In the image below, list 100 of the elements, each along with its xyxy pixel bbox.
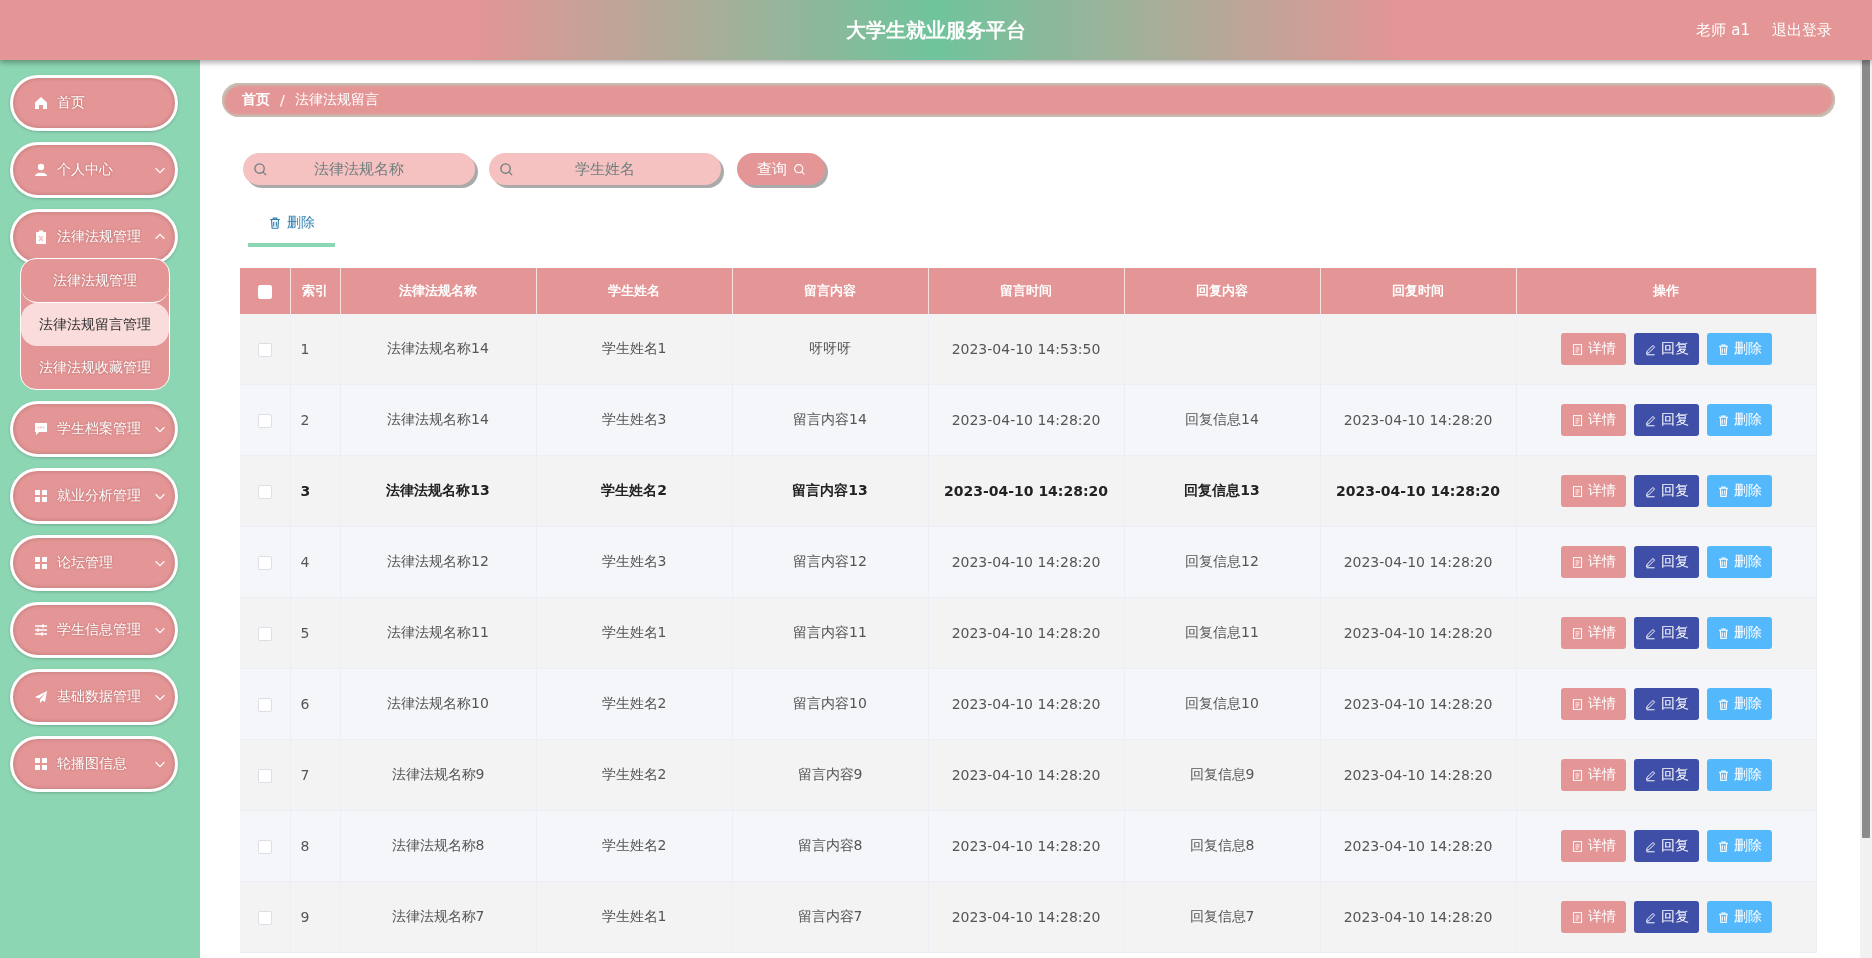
table-cell: 2023-04-10 14:28:20 <box>928 739 1124 811</box>
table-cell: 2023-04-10 14:28:20 <box>1320 881 1516 953</box>
breadcrumb-link[interactable]: 首页 <box>242 91 270 109</box>
table-cell: 9 <box>290 881 340 953</box>
table-row[interactable]: 6 法律法规名称10 学生姓名2 留言内容10 2023-04-10 14:28:20 回复信息10 2023-04-10 14:28:20 详情 回复 删除 <box>240 668 1816 740</box>
table-cell: 法律法规名称12 <box>340 526 536 598</box>
column-header: 留言时间 <box>928 268 1124 314</box>
reply-button[interactable]: 回复 <box>1633 688 1699 720</box>
sidebar-item[interactable]: 轮播图信息 <box>10 736 178 792</box>
details-button[interactable]: 详情 <box>1560 759 1626 791</box>
table-cell: 回复信息9 <box>1124 739 1320 811</box>
details-button[interactable]: 详情 <box>1560 404 1626 436</box>
sidebar-item[interactable]: 论坛管理 <box>10 535 178 591</box>
sidebar-item[interactable]: 学生档案管理 <box>10 401 178 457</box>
table-cell: 4 <box>290 526 340 598</box>
table-cell: 1 <box>290 314 340 385</box>
table-cell: 回复信息8 <box>1124 810 1320 882</box>
table-cell: 2023-04-10 14:28:20 <box>1320 455 1516 527</box>
details-button[interactable]: 详情 <box>1560 617 1626 649</box>
table-row[interactable]: 1 法律法规名称14 学生姓名1 呀呀呀 2023-04-10 14:53:50 详情 回复 删除 <box>240 314 1816 385</box>
sidebar-item[interactable]: 就业分析管理 <box>10 468 178 524</box>
table-row[interactable]: 2 法律法规名称14 学生姓名3 留言内容14 2023-04-10 14:28:20 回复信息14 2023-04-10 14:28:20 详情 回复 删除 <box>240 384 1816 456</box>
table-cell: 留言内容11 <box>732 597 928 669</box>
search-button[interactable]: 查询 <box>737 153 825 185</box>
reply-button[interactable]: 回复 <box>1633 830 1699 862</box>
delete-button[interactable]: 删除 <box>1706 475 1772 507</box>
delete-button[interactable]: 删除 <box>1706 901 1772 933</box>
table-cell: 回复信息14 <box>1124 384 1320 456</box>
table-cell: 法律法规名称11 <box>340 597 536 669</box>
reply-button[interactable]: 回复 <box>1633 404 1699 436</box>
reply-button[interactable]: 回复 <box>1633 901 1699 933</box>
table-cell: 2 <box>290 384 340 456</box>
delete-button[interactable]: 删除 <box>1706 333 1772 365</box>
delete-button[interactable]: 删除 <box>1706 404 1772 436</box>
table-cell: 呀呀呀 <box>732 314 928 385</box>
table-cell: 学生姓名1 <box>536 597 732 669</box>
column-header: 回复时间 <box>1320 268 1516 314</box>
table-cell: 留言内容10 <box>732 668 928 740</box>
table-cell: 留言内容14 <box>732 384 928 456</box>
submenu-item[interactable]: 法律法规收藏管理 <box>21 346 169 389</box>
reply-button[interactable]: 回复 <box>1633 617 1699 649</box>
table-row[interactable]: 3 法律法规名称13 学生姓名2 留言内容13 2023-04-10 14:28:20 回复信息13 2023-04-10 14:28:20 详情 回复 删除 <box>240 455 1816 527</box>
details-button[interactable]: 详情 <box>1560 901 1626 933</box>
logout-link[interactable]: 退出登录 <box>1772 20 1832 40</box>
table-cell: 学生姓名2 <box>536 810 732 882</box>
reply-button[interactable]: 回复 <box>1633 759 1699 791</box>
delete-button[interactable]: 删除 <box>1706 830 1772 862</box>
submenu-item[interactable]: 法律法规留言管理 <box>21 303 169 346</box>
table-cell: 6 <box>290 668 340 740</box>
details-button[interactable]: 详情 <box>1560 333 1626 365</box>
details-button[interactable]: 详情 <box>1560 546 1626 578</box>
table-row[interactable]: 8 法律法规名称8 学生姓名2 留言内容8 2023-04-10 14:28:20 回复信息8 2023-04-10 14:28:20 详情 回复 删除 <box>240 810 1816 882</box>
table-cell: 学生姓名2 <box>536 739 732 811</box>
table-cell: 法律法规名称14 <box>340 384 536 456</box>
sidebar-item[interactable]: 首页 <box>10 75 178 131</box>
column-header: 回复内容 <box>1124 268 1320 314</box>
table-cell: 2023-04-10 14:28:20 <box>1320 810 1516 882</box>
table-row[interactable]: 9 法律法规名称7 学生姓名1 留言内容7 2023-04-10 14:28:20 回复信息7 2023-04-10 14:28:20 详情 回复 删除 <box>240 881 1816 953</box>
user-name: 老师 a1 <box>1696 20 1750 40</box>
table-row[interactable]: 7 法律法规名称9 学生姓名2 留言内容9 2023-04-10 14:28:20 回复信息9 2023-04-10 14:28:20 详情 回复 删除 <box>240 739 1816 811</box>
delete-button[interactable]: 删除 <box>1706 546 1772 578</box>
delete-button[interactable]: 删除 <box>248 211 335 247</box>
table-cell: 留言内容9 <box>732 739 928 811</box>
table-cell: 法律法规名称9 <box>340 739 536 811</box>
app-title: 大学生就业服务平台 <box>846 16 1026 44</box>
table-cell: 2023-04-10 14:28:20 <box>1320 384 1516 456</box>
table-cell: 学生姓名2 <box>536 668 732 740</box>
reply-button[interactable]: 回复 <box>1633 475 1699 507</box>
table-cell: 回复信息7 <box>1124 881 1320 953</box>
table-cell: 5 <box>290 597 340 669</box>
table-cell: 2023-04-10 14:28:20 <box>1320 668 1516 740</box>
details-button[interactable]: 详情 <box>1560 830 1626 862</box>
column-header: 索引 <box>290 268 340 314</box>
delete-button[interactable]: 删除 <box>1706 688 1772 720</box>
table-row[interactable]: 5 法律法规名称11 学生姓名1 留言内容11 2023-04-10 14:28:20 回复信息11 2023-04-10 14:28:20 详情 回复 删除 <box>240 597 1816 669</box>
reply-button[interactable]: 回复 <box>1633 546 1699 578</box>
breadcrumb-link[interactable]: 法律法规留言 <box>294 91 379 109</box>
table-cell: 法律法规名称8 <box>340 810 536 882</box>
table-cell: 8 <box>290 810 340 882</box>
table-cell: 法律法规名称7 <box>340 881 536 953</box>
search-field[interactable]: 法律法规名称 <box>243 153 475 185</box>
table-cell: 学生姓名1 <box>536 314 732 385</box>
column-header: 法律法规名称 <box>340 268 536 314</box>
table-cell: 2023-04-10 14:28:20 <box>928 881 1124 953</box>
details-button[interactable]: 详情 <box>1560 688 1626 720</box>
details-button[interactable]: 详情 <box>1560 475 1626 507</box>
table-cell: 回复信息13 <box>1124 455 1320 527</box>
delete-button[interactable]: 删除 <box>1706 617 1772 649</box>
sidebar-item[interactable]: 个人中心 <box>10 142 178 198</box>
search-field[interactable]: 学生姓名 <box>489 153 721 185</box>
table-cell: 留言内容13 <box>732 455 928 527</box>
column-header: 学生姓名 <box>536 268 732 314</box>
delete-button[interactable]: 删除 <box>1706 759 1772 791</box>
table-row[interactable]: 4 法律法规名称12 学生姓名3 留言内容12 2023-04-10 14:28:20 回复信息12 2023-04-10 14:28:20 详情 回复 删除 <box>240 526 1816 598</box>
sidebar-item[interactable]: 学生信息管理 <box>10 602 178 658</box>
sidebar-item[interactable]: 基础数据管理 <box>10 669 178 725</box>
table-cell: 2023-04-10 14:28:20 <box>928 384 1124 456</box>
reply-button[interactable]: 回复 <box>1633 333 1699 365</box>
table-cell: 2023-04-10 14:28:20 <box>1320 597 1516 669</box>
table-cell: 2023-04-10 14:53:50 <box>928 314 1124 385</box>
